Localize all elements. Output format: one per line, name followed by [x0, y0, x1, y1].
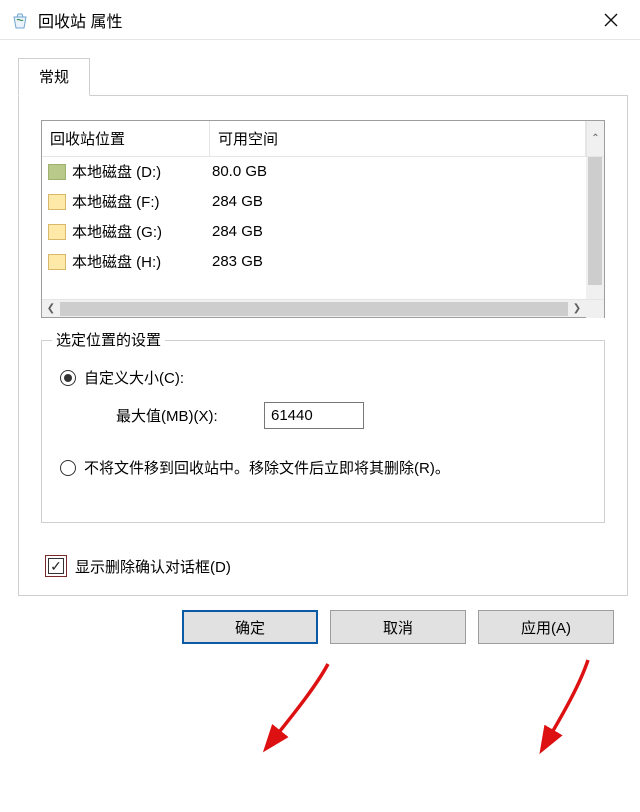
list-header: 回收站位置 可用空间 ⌃: [42, 121, 604, 157]
drive-name: 本地磁盘 (G:): [72, 221, 206, 242]
tab-row: 常规: [18, 58, 628, 96]
drive-icon: [48, 254, 66, 270]
scrollbar-thumb[interactable]: [588, 157, 602, 285]
settings-group: 选定位置的设置 自定义大小(C): 最大值(MB)(X): 不将文件移到回收站中…: [41, 340, 605, 523]
scroll-left-button[interactable]: ❮: [42, 300, 60, 318]
drive-icon: [48, 194, 66, 210]
checkbox-icon: [48, 558, 64, 574]
radio-label: 自定义大小(C):: [84, 367, 184, 388]
group-legend: 选定位置的设置: [52, 329, 165, 350]
scrollbar-corner: [586, 300, 604, 318]
checkbox-label: 显示删除确认对话框(D): [75, 556, 231, 577]
max-size-input[interactable]: [264, 402, 364, 429]
vertical-scrollbar[interactable]: [586, 157, 604, 299]
scroll-right-button[interactable]: ❯: [568, 300, 586, 318]
apply-button[interactable]: 应用(A): [478, 610, 614, 644]
tab-general[interactable]: 常规: [18, 58, 90, 96]
radio-icon: [60, 370, 76, 386]
chevron-up-icon: ⌃: [591, 133, 599, 144]
list-item[interactable]: 本地磁盘 (F:) 284 GB: [42, 187, 586, 217]
cancel-button[interactable]: 取消: [330, 610, 466, 644]
max-size-label: 最大值(MB)(X):: [116, 405, 264, 426]
drive-name: 本地磁盘 (H:): [72, 251, 206, 272]
checkbox-confirm-delete[interactable]: 显示删除确认对话框(D): [45, 555, 605, 577]
radio-custom-size[interactable]: 自定义大小(C):: [60, 367, 590, 388]
drive-icon: [48, 164, 66, 180]
drive-list: 回收站位置 可用空间 ⌃ 本地磁盘 (D:) 80.0 GB 本地磁盘 (F:)…: [41, 120, 605, 318]
column-space[interactable]: 可用空间: [210, 121, 586, 156]
tab-content: 回收站位置 可用空间 ⌃ 本地磁盘 (D:) 80.0 GB 本地磁盘 (F:)…: [18, 96, 628, 596]
annotation-highlight: [45, 555, 67, 577]
scrollbar-thumb[interactable]: [60, 302, 568, 316]
drive-space: 80.0 GB: [206, 163, 580, 180]
drive-space: 283 GB: [206, 253, 580, 270]
list-item[interactable]: 本地磁盘 (H:) 283 GB: [42, 247, 586, 277]
list-item[interactable]: 本地磁盘 (G:) 284 GB: [42, 217, 586, 247]
radio-remove-immediately[interactable]: 不将文件移到回收站中。移除文件后立即将其删除(R)。: [60, 457, 590, 478]
ok-button[interactable]: 确定: [182, 610, 318, 644]
window-title: 回收站 属性: [38, 8, 588, 32]
drive-space: 284 GB: [206, 193, 580, 210]
radio-icon: [60, 460, 76, 476]
recycle-bin-icon: [10, 10, 30, 30]
drive-space: 284 GB: [206, 223, 580, 240]
list-item[interactable]: 本地磁盘 (D:) 80.0 GB: [42, 157, 586, 187]
titlebar: 回收站 属性: [0, 0, 640, 40]
drive-icon: [48, 224, 66, 240]
close-button[interactable]: [588, 4, 634, 36]
annotation-arrow-icon: [268, 656, 348, 760]
radio-label: 不将文件移到回收站中。移除文件后立即将其删除(R)。: [84, 457, 450, 478]
scroll-up-button[interactable]: ⌃: [586, 121, 604, 156]
drive-name: 本地磁盘 (D:): [72, 161, 206, 182]
button-bar: 确定 取消 应用(A): [18, 596, 628, 654]
column-location[interactable]: 回收站位置: [42, 121, 210, 156]
drive-name: 本地磁盘 (F:): [72, 191, 206, 212]
annotation-arrow-icon: [540, 654, 610, 758]
horizontal-scrollbar[interactable]: ❮ ❯: [42, 299, 604, 317]
